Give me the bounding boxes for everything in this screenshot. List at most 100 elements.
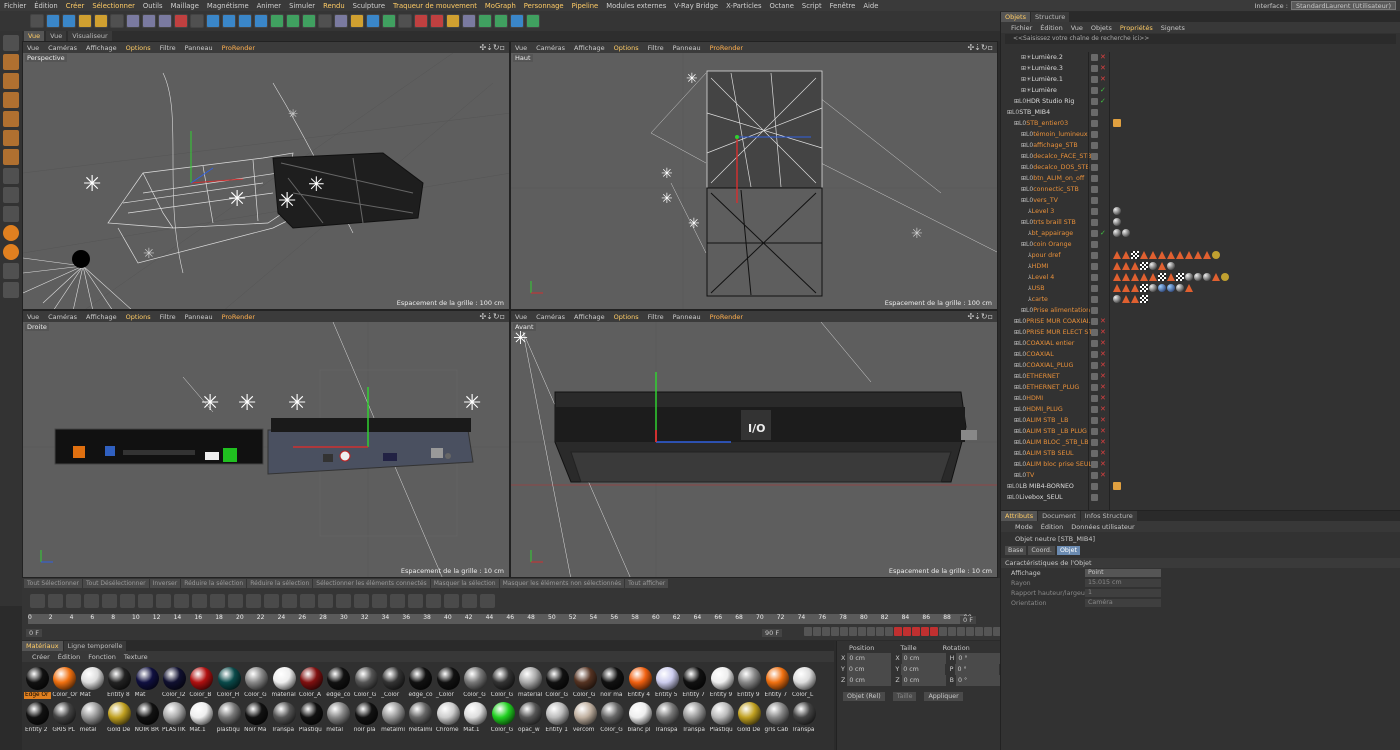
menu-filtre[interactable]: Filtre — [160, 44, 176, 52]
material-tag-icon[interactable] — [1185, 251, 1193, 259]
menu-item[interactable]: Fenêtre — [830, 2, 856, 10]
material-tag-icon[interactable] — [1113, 119, 1121, 127]
toolbar-tool-icon[interactable] — [222, 14, 236, 28]
disabled-x-icon[interactable]: ✕ — [1100, 317, 1106, 325]
material-tag-icon[interactable] — [1203, 251, 1211, 259]
playback-button-icon[interactable] — [840, 627, 848, 636]
viewport-nav-icon[interactable]: ✣⇣↻▫ — [967, 43, 993, 52]
mesh-tool-icon[interactable] — [210, 594, 225, 608]
layer-checkbox[interactable] — [1091, 175, 1098, 182]
object-row[interactable]: ⊞ L0 STB_entier03 — [1001, 118, 1400, 129]
mode-tool-icon[interactable] — [3, 225, 19, 241]
menu-item[interactable]: Outils — [143, 2, 163, 10]
menu-options[interactable]: Options — [614, 44, 639, 52]
material-menu-item[interactable]: Créer — [32, 653, 50, 661]
material-tag-icon[interactable] — [1158, 251, 1166, 259]
material-swatch[interactable]: Edge Or — [24, 665, 51, 700]
toolbar-tool-icon[interactable] — [206, 14, 220, 28]
menu-vue[interactable]: Vue — [515, 44, 527, 52]
toolbar-tool-icon[interactable] — [270, 14, 284, 28]
material-swatch[interactable]: noir ma — [599, 665, 626, 700]
material-tag-icon[interactable] — [1113, 262, 1121, 270]
material-swatch[interactable]: edge_co — [407, 665, 434, 700]
toolbar-tool-icon[interactable] — [446, 14, 460, 28]
object-row[interactable]: ⊞ L0 PRISE MUR COAXIAL ✕ — [1001, 316, 1400, 327]
enabled-check-icon[interactable]: ✓ — [1100, 229, 1106, 237]
toolbar-tool-icon[interactable] — [382, 14, 396, 28]
object-row[interactable]: ⊞ L0 btn_ALIM_on_off — [1001, 173, 1400, 184]
material-tag-icon[interactable] — [1113, 207, 1121, 215]
enabled-check-icon[interactable]: ✓ — [1100, 86, 1106, 94]
material-swatch[interactable]: Color_I2 — [161, 665, 188, 700]
disabled-x-icon[interactable]: ✕ — [1100, 471, 1106, 479]
menu-item[interactable]: Pipeline — [572, 2, 599, 10]
mesh-tool-icon[interactable] — [354, 594, 369, 608]
material-swatch[interactable]: Entity 5 — [654, 665, 681, 700]
disabled-x-icon[interactable]: ✕ — [1100, 339, 1106, 347]
mode-tool-icon[interactable] — [3, 244, 19, 260]
coord-value-field[interactable]: 0 cm — [901, 664, 946, 675]
layer-checkbox[interactable] — [1091, 153, 1098, 160]
tab-materiaux[interactable]: Matériaux — [22, 641, 63, 651]
playback-button-icon[interactable] — [876, 627, 884, 636]
coord-value-field[interactable]: 0 cm — [847, 653, 892, 664]
layer-checkbox[interactable] — [1091, 351, 1098, 358]
material-swatch[interactable]: Entity 9 — [709, 665, 736, 700]
menu-affichage[interactable]: Affichage — [86, 44, 117, 52]
material-tag-icon[interactable] — [1212, 251, 1220, 259]
menu-item[interactable]: Rendu — [323, 2, 345, 10]
material-swatch[interactable]: vercom — [572, 700, 599, 735]
layer-checkbox[interactable] — [1091, 494, 1098, 501]
material-swatch[interactable]: Color_B — [188, 665, 215, 700]
selection-command-button[interactable]: Réduire la sélection — [181, 579, 247, 588]
tab-attributs[interactable]: Attributs — [1001, 511, 1038, 521]
mode-tool-icon[interactable] — [3, 149, 19, 165]
mesh-tool-icon[interactable] — [138, 594, 153, 608]
material-tag-icon[interactable] — [1212, 273, 1220, 281]
disabled-x-icon[interactable]: ✕ — [1100, 416, 1106, 424]
selection-command-button[interactable]: Masquer les éléments non sélectionnés — [499, 579, 625, 588]
toolbar-tool-icon[interactable] — [158, 14, 172, 28]
material-swatch[interactable]: Plastiqu — [709, 700, 736, 735]
mesh-tool-icon[interactable] — [426, 594, 441, 608]
material-swatch[interactable]: Color_G — [353, 665, 380, 700]
material-swatch[interactable]: Entity 7 — [764, 665, 791, 700]
playback-button-icon[interactable] — [903, 627, 911, 636]
object-row[interactable]: ⊞ L0 ALIM BLOC _STB_LB ✕ — [1001, 437, 1400, 448]
object-row[interactable]: ⊞ L0 ALIM bloc prise SEUL ✕ — [1001, 459, 1400, 470]
toolbar-tool-icon[interactable] — [478, 14, 492, 28]
object-row[interactable]: ⊞ L0 TV ✕ — [1001, 470, 1400, 481]
mode-tool-icon[interactable] — [3, 73, 19, 89]
material-swatch[interactable]: Entity 8 — [106, 665, 133, 700]
menu-item[interactable]: Script — [802, 2, 822, 10]
mesh-tool-icon[interactable] — [66, 594, 81, 608]
object-row[interactable]: ⊞ L0 HDMI_PLUG ✕ — [1001, 404, 1400, 415]
material-swatch[interactable]: noir pla — [353, 700, 380, 735]
selection-command-button[interactable]: Tout Sélectionner — [24, 579, 82, 588]
layer-checkbox[interactable] — [1091, 87, 1098, 94]
menu-cameras[interactable]: Caméras — [48, 44, 77, 52]
current-frame-field[interactable]: 0 F — [960, 616, 976, 624]
layer-checkbox[interactable] — [1091, 285, 1098, 292]
material-tag-icon[interactable] — [1140, 273, 1148, 281]
viewport-nav-icon[interactable]: ✣⇣↻▫ — [479, 43, 505, 52]
material-swatch[interactable]: GRIS PL — [51, 700, 78, 735]
material-tag-icon[interactable] — [1113, 229, 1121, 237]
coord-value-field[interactable]: 0 ° — [956, 653, 1001, 664]
mesh-tool-icon[interactable] — [174, 594, 189, 608]
attr-menu-item[interactable]: Édition — [1041, 523, 1064, 531]
layer-checkbox[interactable] — [1091, 98, 1098, 105]
layer-checkbox[interactable] — [1091, 318, 1098, 325]
toolbar-tool-icon[interactable] — [494, 14, 508, 28]
material-swatch[interactable]: Transpa — [791, 700, 818, 735]
mode-tool-icon[interactable] — [3, 35, 19, 51]
obj-menu-item[interactable]: Fichier — [1011, 24, 1032, 32]
object-row[interactable]: ⊞ L0 ALIM STB _LB PLUG ✕ — [1001, 426, 1400, 437]
toolbar-tool-icon[interactable] — [190, 14, 204, 28]
material-tag-icon[interactable] — [1149, 273, 1157, 281]
menu-vue[interactable]: Vue — [27, 313, 39, 321]
layer-checkbox[interactable] — [1091, 54, 1098, 61]
mesh-tool-icon[interactable] — [120, 594, 135, 608]
material-swatch[interactable]: plastiqu — [216, 700, 243, 735]
material-menu-item[interactable]: Fonction — [88, 653, 116, 661]
